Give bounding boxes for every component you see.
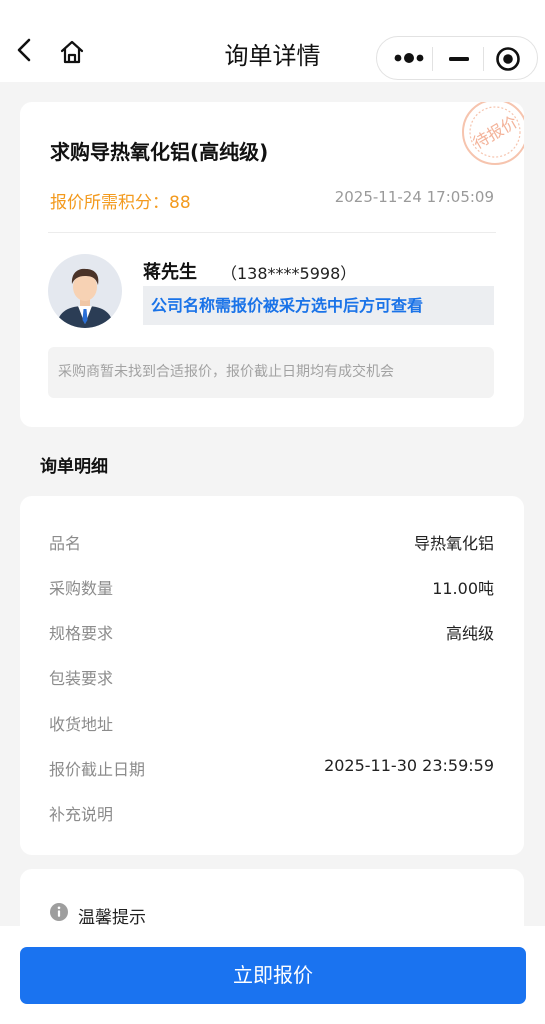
request-summary-card: 待报价 求购导热氧化铝(高纯级) 报价所需积分：88 2025-11-24 17… [20,102,524,427]
detail-row: 收货地址 [49,711,494,735]
capsule-divider [432,47,433,71]
capsule-divider [483,47,484,71]
tips-label: 温馨提示 [78,908,146,928]
points-label: 报价所需积分： [50,193,169,213]
navigation-bar: 询单详情 [0,0,545,82]
section-title-details: 询单明细 [40,457,108,477]
detail-row: 采购数量 11.00吨 [49,575,494,599]
detail-row: 报价截止日期 2025-11-30 23:59:59 [49,756,494,780]
detail-row: 规格要求 高纯级 [49,620,494,644]
detail-label: 收货地址 [49,715,114,734]
close-target-icon[interactable] [495,46,521,72]
detail-label: 品名 [49,534,82,553]
info-icon [50,903,68,921]
detail-value: 11.00吨 [432,579,494,598]
detail-label: 报价截止日期 [49,760,146,779]
stamp-text: 待报价 [470,112,521,152]
request-title: 求购导热氧化铝(高纯级) [50,140,269,164]
bottom-action-bar: 立即报价 [0,926,545,1024]
request-time: 2025-11-24 17:05:09 [334,188,494,206]
mini-program-capsule [376,36,538,80]
detail-row: 补充说明 [49,801,494,825]
required-points: 报价所需积分：88 [50,188,191,213]
purchase-notice: 采购商暂未找到合适报价，报价截止日期均有成交机会 [48,347,494,398]
detail-row: 品名 导热氧化铝 [49,530,494,554]
detail-value: 2025-11-30 23:59:59 [324,756,494,775]
detail-value: 导热氧化铝 [413,534,494,553]
detail-label: 规格要求 [49,624,114,643]
quote-now-button[interactable]: 立即报价 [20,947,526,1004]
buyer-avatar [48,254,122,328]
divider [48,232,496,233]
minimize-icon[interactable] [447,48,471,70]
more-options-icon[interactable] [393,45,425,71]
pending-quote-stamp: 待报价 [455,102,524,178]
detail-label: 采购数量 [49,579,114,598]
points-value: 88 [169,193,191,213]
stamp-graphic: 待报价 [462,102,524,165]
company-hidden-note: 公司名称需报价被采方选中后方可查看 [143,286,494,325]
detail-label: 补充说明 [49,805,114,824]
buyer-phone: （138****5998） [221,264,357,283]
detail-value: 高纯级 [445,624,494,643]
request-details-card: 品名 导热氧化铝 采购数量 11.00吨 规格要求 高纯级 包装要求 收货地址 … [20,496,524,855]
buyer-name: 蒋先生 [143,262,197,283]
detail-row: 包装要求 [49,665,494,689]
detail-label: 包装要求 [49,669,114,688]
